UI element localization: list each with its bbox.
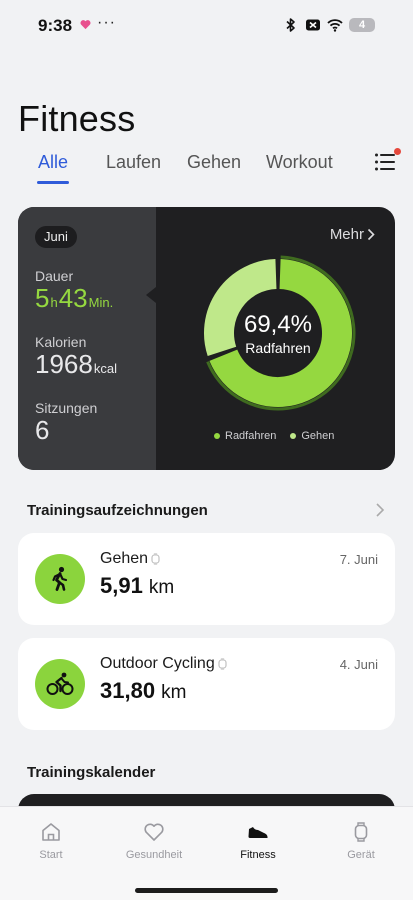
shoe-icon <box>248 827 268 838</box>
list-menu-icon[interactable] <box>374 152 396 172</box>
walking-icon <box>35 554 85 604</box>
records-chevron-right-icon[interactable] <box>375 502 385 518</box>
legend-label-radfahren: Radfahren <box>225 430 277 442</box>
tab-gehen[interactable]: Gehen <box>187 152 241 173</box>
duration-hours: 5 <box>35 283 50 313</box>
donut-legend: Radfahren Gehen <box>214 430 334 442</box>
battery-indicator: 4 <box>349 18 375 32</box>
chevron-right-icon <box>367 228 375 241</box>
record-distance: 31,80 km <box>100 678 186 704</box>
duration-minutes: 43 <box>58 283 88 313</box>
duration-hours-unit: h <box>50 295 58 310</box>
nfc-icon <box>306 19 320 31</box>
legend-item-radfahren: Radfahren <box>214 430 276 442</box>
record-distance-unit: km <box>161 682 187 703</box>
tab-workout[interactable]: Workout <box>266 152 333 173</box>
duration-minutes-unit: Min. <box>88 295 114 310</box>
watch-icon <box>354 822 368 842</box>
monthly-summary-card[interactable]: Juni Dauer 5 h 43 Min. Kalorien 1968 kca… <box>18 207 395 470</box>
record-distance-unit: km <box>148 577 175 598</box>
legend-label-gehen: Gehen <box>301 430 335 442</box>
record-date: 4. Juni <box>339 657 378 672</box>
calories-value: 1968 kcal <box>35 349 118 380</box>
record-distance: 5,91 km <box>100 573 174 599</box>
record-distance-value: 5,91 <box>100 573 143 598</box>
duration-label: Dauer <box>35 268 74 284</box>
calendar-section-title: Trainingskalender <box>27 764 156 781</box>
record-name-gehen: Gehen <box>100 550 149 567</box>
watch-source-icon <box>218 658 227 670</box>
record-card-outdoor-cycling[interactable]: Outdoor Cycling 31,80 km 4. Juni <box>18 638 395 730</box>
active-tab-indicator <box>37 181 69 184</box>
record-name-outdoor-cycling: Outdoor Cycling <box>100 655 215 672</box>
donut-hole <box>235 290 321 376</box>
cycling-icon <box>35 659 85 709</box>
duration-value: 5 h 43 Min. <box>35 283 114 314</box>
calories-number: 1968 <box>35 349 93 379</box>
bottom-navigation: Start Gesundheit Fitness Gerät <box>0 806 413 900</box>
legend-dot-gehen <box>290 433 297 439</box>
record-date: 7. Juni <box>339 552 378 567</box>
tab-laufen[interactable]: Laufen <box>106 152 161 173</box>
health-app-notification-icon <box>80 20 91 30</box>
record-distance-value: 31,80 <box>100 678 156 703</box>
sessions-label: Sitzungen <box>35 400 98 416</box>
status-time: 9:38 <box>38 16 73 35</box>
nav-label-fitness: Fitness <box>240 849 276 861</box>
sessions-number: 6 <box>35 415 50 445</box>
heart-icon <box>144 823 164 841</box>
record-title: Outdoor Cycling <box>100 655 227 673</box>
panel-pointer <box>146 287 156 303</box>
watch-source-icon <box>151 553 160 565</box>
record-title: Gehen <box>100 550 160 568</box>
bluetooth-icon <box>286 18 295 32</box>
status-bar: 9:38 ··· 4 <box>0 0 413 52</box>
more-label: Mehr <box>329 226 364 243</box>
records-section-title: Trainingsaufzeichnungen <box>27 502 208 519</box>
nav-item-geraet[interactable]: Gerät <box>316 821 406 861</box>
status-indicators: 4 <box>283 17 375 33</box>
more-link[interactable]: Mehr <box>330 226 375 243</box>
nav-label-geraet: Gerät <box>347 849 375 861</box>
legend-dot-radfahren <box>214 433 220 439</box>
home-indicator <box>135 888 278 893</box>
legend-item-gehen: Gehen <box>290 430 334 442</box>
nav-label-gesundheit: Gesundheit <box>125 849 183 861</box>
home-icon <box>42 823 60 841</box>
record-card-gehen[interactable]: Gehen 5,91 km 7. Juni <box>18 533 395 625</box>
menu-notification-dot <box>394 148 401 155</box>
sessions-value: 6 <box>35 415 49 446</box>
category-tabs: Alle Laufen Gehen Workout <box>0 150 413 190</box>
wifi-icon <box>327 19 343 32</box>
summary-stats-panel: Juni Dauer 5 h 43 Min. Kalorien 1968 kca… <box>18 207 156 470</box>
page-title: Fitness <box>18 98 136 139</box>
tab-alle[interactable]: Alle <box>38 152 68 173</box>
activity-donut-chart[interactable] <box>198 253 358 413</box>
month-selector[interactable]: Juni <box>35 226 77 248</box>
nav-label-start: Start <box>39 849 63 861</box>
nav-item-start[interactable]: Start <box>6 821 96 861</box>
calories-label: Kalorien <box>35 334 87 350</box>
nav-item-fitness[interactable]: Fitness <box>213 821 303 861</box>
nav-item-gesundheit[interactable]: Gesundheit <box>109 821 199 861</box>
status-more-notifications: ··· <box>97 14 116 31</box>
calories-unit: kcal <box>93 361 117 376</box>
